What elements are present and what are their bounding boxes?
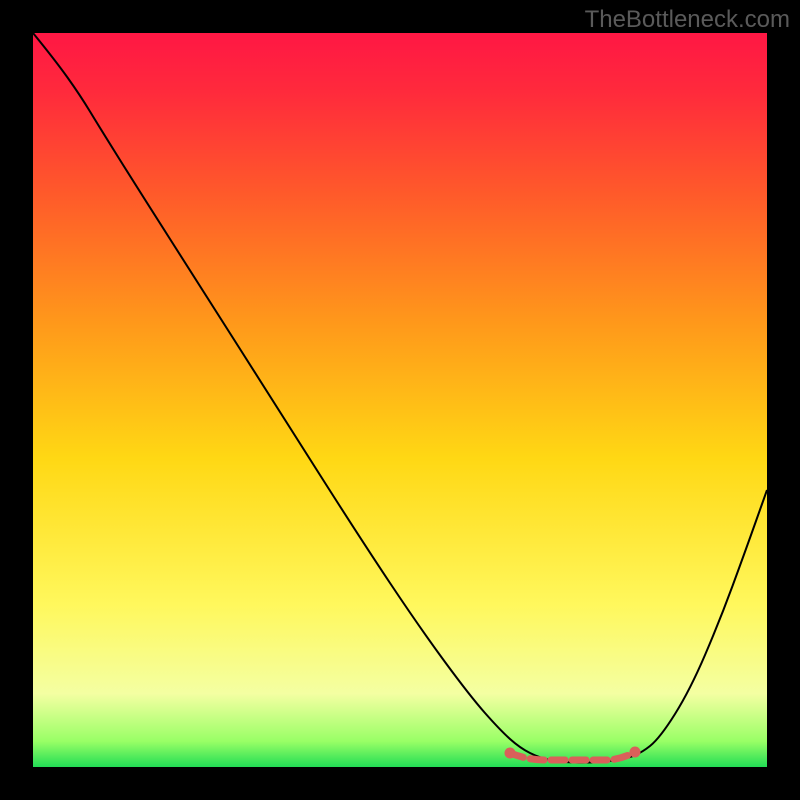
chart-svg — [0, 0, 800, 800]
plot-background — [33, 33, 767, 767]
chart-container: TheBottleneck.com — [0, 0, 800, 800]
watermark-text: TheBottleneck.com — [585, 6, 790, 34]
